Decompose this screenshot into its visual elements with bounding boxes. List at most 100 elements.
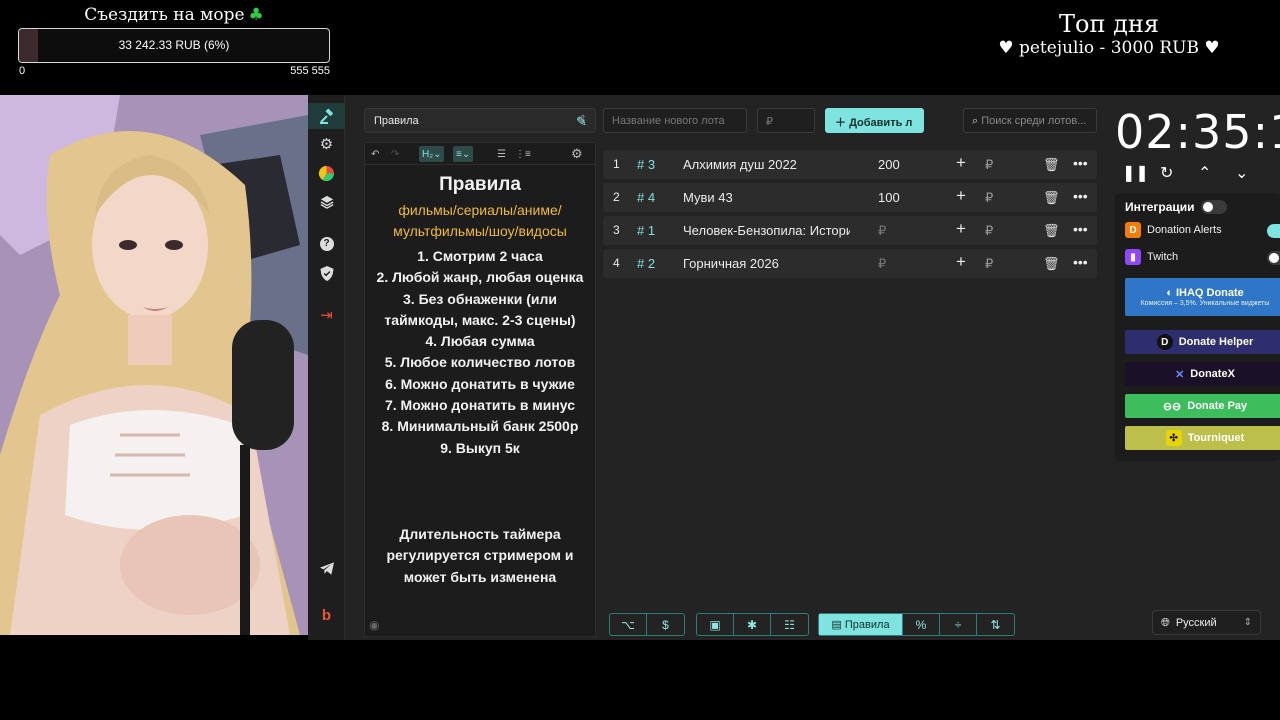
delete-trash-icon[interactable]: 🗑︎ <box>1043 256 1060 272</box>
new-lot-name-input[interactable]: Название нового лота <box>603 108 747 133</box>
donate-pay-icon: ⊖⊖ <box>1162 400 1182 413</box>
chevron-down-icon[interactable]: ⌄ <box>1235 163 1248 183</box>
rules-select-value: Правила <box>374 115 419 127</box>
undo-icon[interactable]: ↶ <box>371 146 379 162</box>
rules-preset-select[interactable]: Правила ⇕ <box>364 108 596 133</box>
lot-name[interactable]: Человек-Бензопила: История <box>683 223 850 238</box>
ihaq-donate-button[interactable]: ◐ IHAQ Donate Комиссия – 3,5%. Уникальны… <box>1125 278 1280 316</box>
rules-book-icon: ▤ <box>831 619 842 631</box>
lot-name[interactable]: Муви 43 <box>683 190 850 205</box>
donatex-button[interactable]: ✕ DonateX <box>1125 362 1280 386</box>
numbered-list-icon[interactable]: ⋮≡ <box>515 146 531 162</box>
visibility-eye-icon[interactable]: ◉ <box>369 618 379 632</box>
donation-alerts-icon: D <box>1125 222 1141 238</box>
rules-item: 2. Любой жанр, любая оценка <box>376 269 584 286</box>
add-amount-plus-icon[interactable]: + <box>956 252 966 272</box>
shield-icon[interactable] <box>308 260 345 286</box>
donate-helper-button[interactable]: D Donate Helper <box>1125 330 1280 354</box>
wheel-chart-icon[interactable] <box>308 160 345 186</box>
lot-name[interactable]: Горничная 2026 <box>683 256 850 271</box>
delete-trash-icon[interactable]: 🗑︎ <box>1043 223 1060 239</box>
telegram-icon[interactable] <box>308 555 345 581</box>
tools-button-group: ▣ ✱ ☷ <box>696 613 809 636</box>
bug-icon[interactable]: ✱ <box>734 614 771 635</box>
goal-min: 0 <box>19 65 26 77</box>
donate-helper-icon: D <box>1156 334 1173 350</box>
rules-text: Правила фильмы/сериалы/аниме/ мультфильм… <box>365 165 595 588</box>
layers-icon[interactable] <box>308 189 345 215</box>
more-options-icon[interactable]: ••• <box>1073 254 1088 270</box>
rules-toggle-button[interactable]: ▤ Правила <box>819 614 903 635</box>
rules-editor[interactable]: ↶ ↷ H₂⌄ ≡⌄ ☰ ⋮≡ ⚙ Правила фильмы/сериалы… <box>364 142 596 637</box>
lot-amount[interactable]: 100 <box>878 190 900 205</box>
donate-pay-label: Donate Pay <box>1187 400 1248 412</box>
add-lot-button[interactable]: ＋ Добавить л <box>825 108 924 133</box>
integrations-title: Интеграции <box>1125 200 1195 214</box>
reset-icon[interactable]: ↻ <box>1160 163 1173 183</box>
lot-row[interactable]: 2 # 4 Муви 43 100 + ₽ 🗑︎ ••• <box>603 183 1097 212</box>
rules-item: 4. Любая сумма <box>425 333 535 350</box>
editor-settings-icon[interactable]: ⚙ <box>571 146 583 162</box>
add-amount-plus-icon[interactable]: + <box>956 153 966 173</box>
integrations-toggle[interactable] <box>1201 200 1227 214</box>
language-value: Русский <box>1175 617 1217 629</box>
twitch-icon: ▮ <box>1125 249 1141 265</box>
redo-icon[interactable]: ↷ <box>391 146 399 162</box>
help-icon[interactable]: ? <box>308 231 345 257</box>
lot-name[interactable]: Алхимия душ 2022 <box>683 157 850 172</box>
edit-pencil-icon[interactable]: ✎ <box>576 114 587 130</box>
lot-add-amount[interactable]: ₽ <box>985 256 993 272</box>
add-amount-plus-icon[interactable]: + <box>956 219 966 239</box>
boosty-icon[interactable]: b <box>308 602 345 628</box>
auction-gavel-icon[interactable] <box>308 103 345 129</box>
lot-amount[interactable]: ₽ <box>878 223 886 239</box>
lot-row[interactable]: 3 # 1 Человек-Бензопила: История ₽ + ₽ 🗑︎ ••• <box>603 216 1097 245</box>
plus-icon: ＋ <box>835 117 846 129</box>
rules-item: 9. Выкуп 5к <box>440 439 520 456</box>
lot-row[interactable]: 1 # 3 Алхимия душ 2022 200 + ₽ 🗑︎ ••• <box>603 150 1097 179</box>
lot-position: 1 <box>613 157 620 171</box>
lot-add-amount[interactable]: ₽ <box>985 190 993 206</box>
more-options-icon[interactable]: ••• <box>1073 188 1088 204</box>
sort-icon[interactable]: ⇅ <box>977 614 1014 635</box>
delete-trash-icon[interactable]: 🗑︎ <box>1043 190 1060 206</box>
align-menu-icon[interactable]: ≡⌄ <box>453 146 474 162</box>
add-amount-plus-icon[interactable]: + <box>956 186 966 206</box>
more-options-icon[interactable]: ••• <box>1073 155 1088 171</box>
bullet-list-icon[interactable]: ☰ <box>497 146 506 162</box>
timer-controls: ❚❚ ↻ ⌃ ⌄ <box>1122 163 1272 183</box>
lot-add-amount[interactable]: ₽ <box>985 223 993 239</box>
tourniquet-icon: ✣ <box>1165 430 1182 446</box>
clear-list-icon[interactable]: ☷ <box>771 614 808 635</box>
lot-search-input[interactable]: ⌕ Поиск среди лотов... <box>963 108 1097 133</box>
lot-row[interactable]: 4 # 2 Горничная 2026 ₽ + ₽ 🗑︎ ••• <box>603 249 1097 278</box>
split-icon[interactable]: ÷ <box>940 614 977 635</box>
new-lot-placeholder: Название нового лота <box>612 115 725 127</box>
github-icon[interactable]: ⌥ <box>610 614 647 635</box>
new-lot-amount-input[interactable]: ₽ <box>757 108 815 133</box>
donate-pay-button[interactable]: ⊖⊖ Donate Pay <box>1125 394 1280 418</box>
save-icon[interactable]: ▣ <box>697 614 734 635</box>
lot-amount[interactable]: 200 <box>878 157 900 172</box>
add-lot-label: Добавить л <box>849 117 913 129</box>
chevron-up-icon[interactable]: ⌃ <box>1198 163 1211 183</box>
donation-alerts-toggle[interactable] <box>1267 224 1280 238</box>
lot-amount[interactable]: ₽ <box>878 256 886 272</box>
twitch-toggle[interactable] <box>1267 251 1280 265</box>
language-select[interactable]: 🌐︎ Русский ⇕ <box>1152 610 1261 635</box>
donatex-label: DonateX <box>1190 368 1235 380</box>
pause-icon[interactable]: ❚❚ <box>1122 163 1149 183</box>
rules-subtitle-line1: фильмы/сериалы/аниме/ <box>398 202 562 218</box>
settings-gear-icon[interactable]: ⚙ <box>308 131 345 157</box>
amount-placeholder: ₽ <box>766 116 773 128</box>
logout-icon[interactable]: ⇥ <box>308 302 345 328</box>
dollar-icon[interactable]: $ <box>647 614 684 635</box>
heading-menu-icon[interactable]: H₂⌄ <box>419 146 445 162</box>
lot-add-amount[interactable]: ₽ <box>985 157 993 173</box>
delete-trash-icon[interactable]: 🗑︎ <box>1043 157 1060 173</box>
percent-icon[interactable]: % <box>903 614 940 635</box>
tourniquet-button[interactable]: ✣ Tourniquet <box>1125 426 1280 450</box>
more-options-icon[interactable]: ••• <box>1073 221 1088 237</box>
top-day-entry: ♥ petejulio - 3000 RUB ♥ <box>998 38 1220 58</box>
search-icon: ⌕ <box>972 115 979 127</box>
